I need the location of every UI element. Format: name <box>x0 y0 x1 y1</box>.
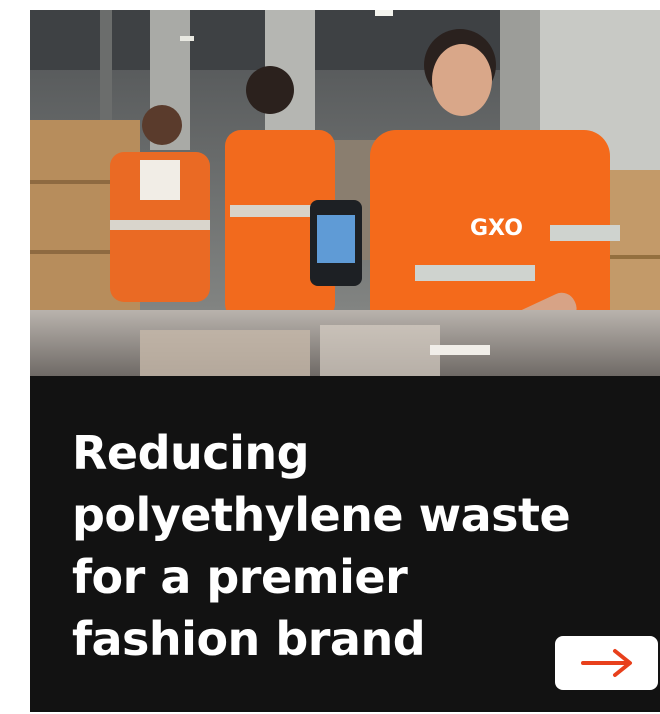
read-more-button[interactable] <box>555 636 658 690</box>
case-study-card[interactable]: GXO Reducing polyethylene waste for a pr… <box>30 10 660 712</box>
card-text-panel: Reducing polyethylene waste for a premie… <box>30 376 660 712</box>
shirt-logo: GXO <box>470 216 523 241</box>
arrow-right-icon <box>580 649 632 677</box>
card-headline[interactable]: Reducing polyethylene waste for a premie… <box>72 422 592 670</box>
hero-photo: GXO <box>30 10 660 376</box>
